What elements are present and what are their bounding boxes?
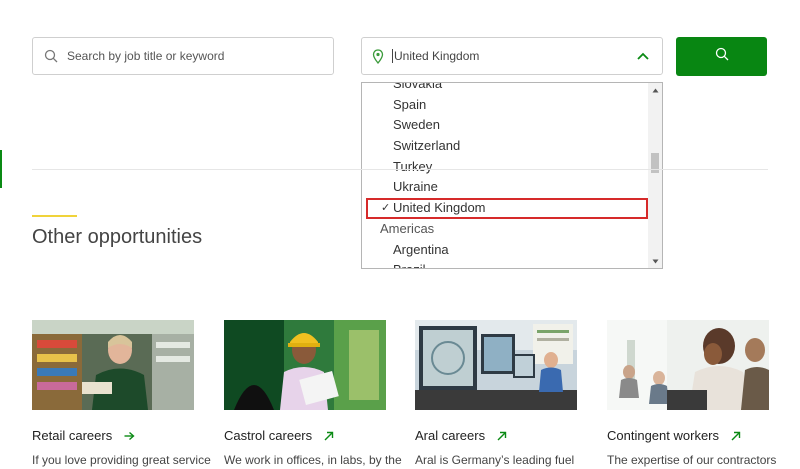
- section-accent-line: [32, 215, 77, 217]
- card-title[interactable]: Aral careers: [415, 428, 577, 443]
- dropdown-option-argentina[interactable]: Argentina: [362, 240, 649, 261]
- card-title[interactable]: Castrol careers: [224, 428, 386, 443]
- location-select[interactable]: United Kingdom: [361, 37, 663, 75]
- scroll-up-arrow-icon[interactable]: [648, 83, 662, 97]
- search-icon: [43, 48, 59, 64]
- scroll-down-arrow-icon[interactable]: [648, 254, 662, 268]
- castrol-careers-image: [224, 320, 386, 410]
- dropdown-option-united-kingdom[interactable]: ✓ United Kingdom: [366, 198, 648, 219]
- location-value: United Kingdom: [392, 49, 636, 63]
- search-icon: [715, 47, 729, 66]
- card-description: The expertise of our contractors: [607, 453, 777, 467]
- contingent-workers-image: [607, 320, 769, 410]
- dropdown-option-label: United Kingdom: [393, 200, 486, 216]
- location-pin-icon: [372, 48, 386, 64]
- arrow-up-right-icon: [324, 431, 334, 441]
- dropdown-option-sweden[interactable]: Sweden: [362, 115, 649, 136]
- dropdown-option-ukraine[interactable]: Ukraine: [362, 177, 649, 198]
- left-edge-accent: [0, 150, 2, 188]
- dropdown-scrollbar[interactable]: [648, 83, 662, 268]
- arrow-up-right-icon: [731, 431, 741, 441]
- keyword-search-input[interactable]: [65, 48, 329, 64]
- card-contingent-workers[interactable]: Contingent workers The expertise of our …: [607, 320, 777, 467]
- keyword-search-field[interactable]: [32, 37, 334, 75]
- section-divider: [32, 169, 768, 170]
- card-description: Aral is Germany’s leading fuel: [415, 453, 575, 467]
- card-castrol-careers[interactable]: Castrol careers We work in offices, in l…: [224, 320, 402, 467]
- chevron-up-icon[interactable]: [636, 49, 650, 63]
- card-description: We work in offices, in labs, by the: [224, 453, 402, 467]
- card-title-text: Contingent workers: [607, 428, 719, 443]
- card-title-text: Retail careers: [32, 428, 113, 443]
- card-aral-careers[interactable]: Aral careers Aral is Germany’s leading f…: [415, 320, 577, 467]
- dropdown-group-americas: Americas: [380, 220, 435, 236]
- section-title: Other opportunities: [32, 226, 203, 248]
- dropdown-options: Slovakia Spain Sweden Switzerland Turkey…: [362, 83, 649, 268]
- card-description: If you love providing great service: [32, 453, 211, 467]
- card-title[interactable]: Contingent workers: [607, 428, 769, 443]
- dropdown-option-slovakia[interactable]: Slovakia: [362, 83, 649, 95]
- card-title[interactable]: Retail careers: [32, 428, 194, 443]
- checkmark-icon: ✓: [381, 202, 391, 215]
- dropdown-option-turkey[interactable]: Turkey: [362, 157, 649, 178]
- dropdown-option-spain[interactable]: Spain: [362, 95, 649, 116]
- card-title-text: Aral careers: [415, 428, 486, 443]
- card-title-text: Castrol careers: [224, 428, 313, 443]
- location-dropdown-list[interactable]: Slovakia Spain Sweden Switzerland Turkey…: [361, 82, 663, 269]
- arrow-right-icon: [124, 431, 135, 441]
- card-retail-careers[interactable]: Retail careers If you love providing gre…: [32, 320, 211, 467]
- dropdown-option-brazil[interactable]: Brazil: [362, 260, 649, 268]
- scrollbar-thumb[interactable]: [651, 153, 659, 173]
- retail-careers-image: [32, 320, 194, 410]
- arrow-up-right-icon: [497, 431, 507, 441]
- search-button[interactable]: [676, 37, 767, 76]
- dropdown-option-switzerland[interactable]: Switzerland: [362, 136, 649, 157]
- aral-careers-image: [415, 320, 577, 410]
